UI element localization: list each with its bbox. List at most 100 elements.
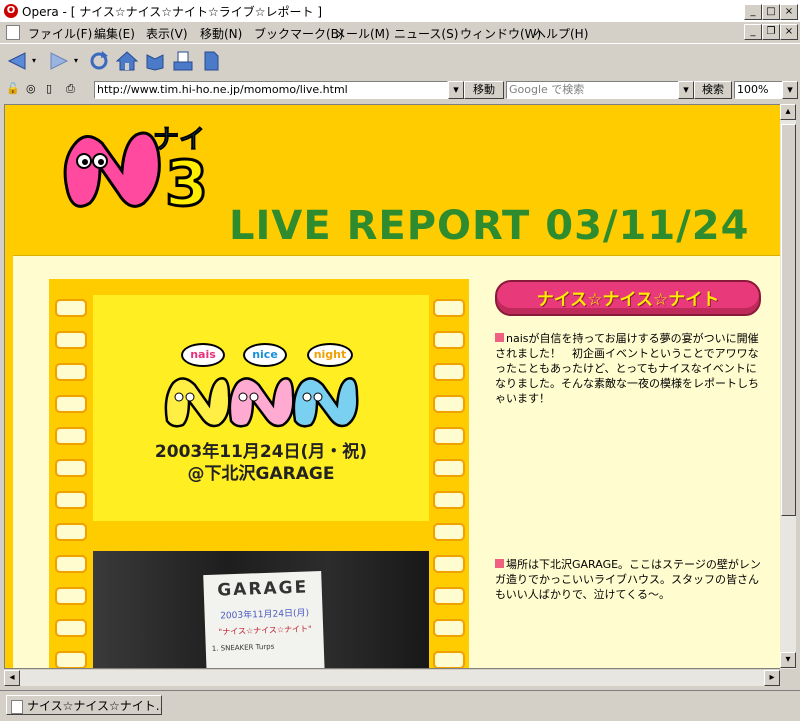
film-perforation	[55, 651, 87, 668]
bubble-night: night	[307, 343, 353, 367]
opera-icon: O	[4, 4, 18, 18]
menu-bar: ファイル(F) 編集(E) 表示(V) 移動(N) ブックマーク(B) メール(…	[0, 22, 800, 42]
poster-venue: @下北沢GARAGE	[187, 464, 335, 484]
intro-paragraph: naisが自信を持ってお届けする夢の宴がついに開催されました！ 初企画イベントと…	[495, 331, 765, 406]
menu-file[interactable]: ファイル(F)	[28, 25, 92, 42]
menu-help[interactable]: ヘルプ(H)	[534, 25, 588, 42]
zoom-field[interactable]: 100%	[734, 81, 784, 99]
menu-news[interactable]: ニュース(S)	[394, 25, 458, 42]
forward-history-icon[interactable]: ▾	[74, 56, 78, 65]
film-perforation	[55, 523, 87, 541]
logo-number: 3	[163, 147, 209, 220]
film-perforation	[433, 395, 465, 413]
sign-date: 2003年11月24日(月)	[220, 608, 310, 622]
bullet-icon	[495, 559, 504, 568]
page-viewport: ナイ 3 LIVE REPORT 03/11/24 nais nice nigh…	[4, 104, 782, 669]
home-icon[interactable]	[116, 50, 138, 72]
film-perforation	[55, 331, 87, 349]
minimize-button[interactable]: _	[744, 4, 762, 20]
sign-event: "ナイス☆ナイス☆ナイト"	[218, 624, 312, 637]
event-title-banner: ナイス☆ナイス☆ナイト	[495, 280, 761, 316]
event-poster: nais nice night 2003年11月24日(月・祝) @下北沢GAR…	[93, 295, 429, 521]
window-title: Opera - [ ナイス☆ナイス☆ナイト☆ライブ☆レポート ]	[22, 5, 322, 19]
go-button[interactable]: 移動	[464, 81, 504, 99]
scroll-thumb[interactable]	[781, 124, 796, 516]
film-perforation	[433, 619, 465, 637]
url-field[interactable]: http://www.tim.hi-ho.ne.jp/momomo/live.h…	[94, 81, 448, 99]
film-perforation	[55, 395, 87, 413]
scroll-left-button[interactable]: ◂	[4, 670, 20, 686]
toolbar: ▾ ▾	[0, 43, 800, 78]
print-preview-icon[interactable]: ⎙	[66, 82, 75, 96]
url-dropdown-button[interactable]: ▾	[448, 81, 464, 99]
film-perforation	[433, 459, 465, 477]
venue-paragraph: 場所は下北沢GARAGE。ここはステージの壁がレンガ造りでかっこいいライブハウス…	[495, 557, 765, 602]
film-perforation	[55, 363, 87, 381]
doc-close-button[interactable]: ×	[780, 24, 798, 40]
doc-minimize-button[interactable]: _	[744, 24, 762, 40]
menu-mail[interactable]: メール(M)	[334, 25, 390, 42]
settings-icon[interactable]: ◎	[26, 82, 36, 95]
scroll-up-button[interactable]: ▴	[780, 104, 796, 120]
intro-text: naisが自信を持ってお届けする夢の宴がついに開催されました！ 初企画イベントと…	[495, 332, 759, 405]
forward-icon[interactable]	[48, 50, 70, 72]
back-icon[interactable]	[6, 50, 28, 72]
venue-text: 場所は下北沢GARAGE。ここはステージの壁がレンガ造りでかっこいいライブハウス…	[495, 558, 761, 601]
search-input[interactable]: Google で検索	[506, 81, 680, 99]
zoom-dropdown-button[interactable]: ▾	[782, 81, 798, 99]
page-tab-icon	[11, 700, 23, 714]
menu-bookmarks[interactable]: ブックマーク(B)	[254, 25, 344, 42]
banner-text: ナイス☆ナイス☆ナイト	[536, 290, 720, 310]
page-info-icon[interactable]: ▯	[46, 82, 52, 95]
status-bar: ナイス☆ナイス☆ナイト...	[0, 690, 800, 721]
doc-restore-button[interactable]: ❐	[762, 24, 780, 40]
search-dropdown-button[interactable]: ▾	[678, 81, 694, 99]
film-perforation	[55, 555, 87, 573]
document-icon	[6, 25, 20, 40]
sign-name: GARAGE	[216, 577, 309, 601]
bookmark-icon[interactable]	[144, 50, 166, 72]
film-perforation	[55, 587, 87, 605]
venue-photo: GARAGE 2003年11月24日(月) "ナイス☆ナイス☆ナイト" 1. S…	[93, 551, 429, 668]
print-icon[interactable]	[172, 50, 194, 72]
film-perforation	[433, 363, 465, 381]
address-bar: 🔓 ◎ ▯ ⎙ http://www.tim.hi-ho.ne.jp/momom…	[0, 78, 800, 102]
film-perforation	[55, 427, 87, 445]
film-perforation	[433, 331, 465, 349]
horizontal-scrollbar[interactable]: ◂ ▸	[4, 670, 780, 686]
film-perforation	[433, 299, 465, 317]
sign-lineup: 1. SNEAKER Turps	[211, 642, 275, 653]
search-button[interactable]: 検索	[694, 81, 732, 99]
page-icon[interactable]	[200, 50, 222, 72]
menu-window[interactable]: ウィンドウ(W)	[460, 25, 541, 42]
scroll-down-button[interactable]: ▾	[780, 652, 796, 668]
bubble-nice: nice	[243, 343, 287, 367]
vertical-scrollbar[interactable]: ▴ ▾	[780, 104, 796, 669]
film-perforation	[433, 651, 465, 668]
maximize-button[interactable]: □	[762, 4, 780, 20]
film-perforation	[55, 459, 87, 477]
menu-edit[interactable]: 編集(E)	[94, 25, 135, 42]
page-tab-title: ナイス☆ナイス☆ナイト...	[27, 699, 162, 713]
close-button[interactable]: ×	[780, 4, 798, 20]
page-heading: LIVE REPORT 03/11/24	[229, 203, 750, 249]
menu-view[interactable]: 表示(V)	[146, 25, 188, 42]
film-perforation	[433, 491, 465, 509]
page-tab[interactable]: ナイス☆ナイス☆ナイト...	[6, 695, 162, 715]
title-bar: O Opera - [ ナイス☆ナイス☆ナイト☆ライブ☆レポート ] _ □ ×	[0, 0, 800, 23]
menu-navigate[interactable]: 移動(N)	[200, 25, 242, 42]
garage-sign: GARAGE 2003年11月24日(月) "ナイス☆ナイス☆ナイト" 1. S…	[203, 570, 325, 668]
security-icon[interactable]: 🔓	[6, 82, 20, 95]
film-perforation	[55, 299, 87, 317]
film-perforation	[55, 491, 87, 509]
film-perforation	[433, 523, 465, 541]
scroll-right-button[interactable]: ▸	[764, 670, 780, 686]
bullet-icon	[495, 333, 504, 342]
nnn-characters	[164, 377, 359, 428]
film-perforation	[433, 555, 465, 573]
back-history-icon[interactable]: ▾	[32, 56, 36, 65]
bubble-nais: nais	[181, 343, 225, 367]
logo-n-character	[63, 131, 161, 208]
reload-icon[interactable]	[88, 50, 110, 72]
film-perforation	[433, 427, 465, 445]
